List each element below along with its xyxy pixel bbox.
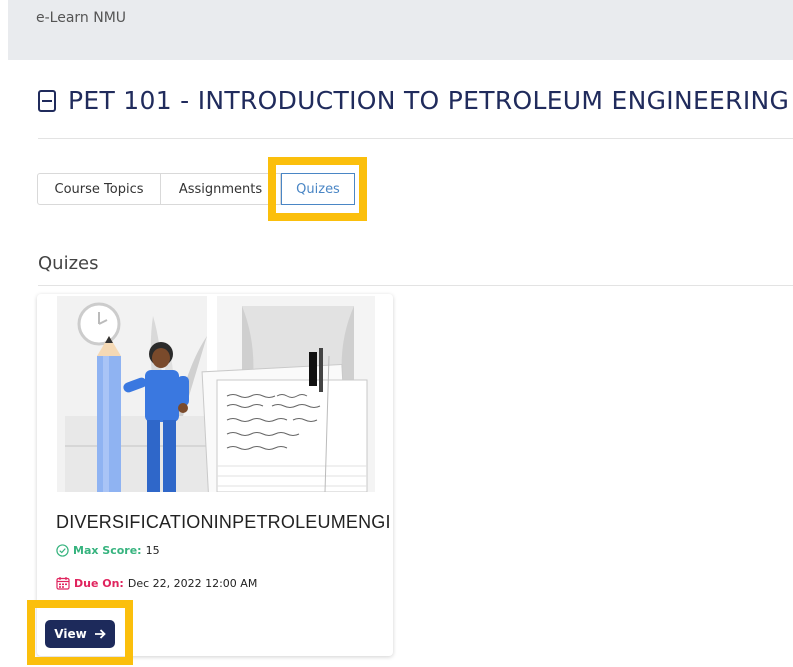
tab-assignments[interactable]: Assignments	[161, 173, 281, 205]
due-date-value: Dec 22, 2022 12:00 AM	[127, 576, 258, 590]
divider	[38, 138, 793, 139]
course-title: PET 101 - INTRODUCTION TO PETROLEUM ENGI…	[68, 86, 790, 115]
course-heading: PET 101 - INTRODUCTION TO PETROLEUM ENGI…	[38, 86, 789, 115]
divider	[38, 285, 793, 286]
page: e-Learn NMU PET 101 - INTRODUCTION TO PE…	[0, 0, 793, 667]
max-score-value: 15	[145, 544, 160, 557]
due-date-row: Due On: Dec 22, 2022 12:00 AM	[56, 576, 257, 590]
quiz-title: DIVERSIFICATIONINPETROLEUMENGINEERING	[56, 512, 392, 532]
quiz-illustration	[57, 296, 375, 492]
check-circle-icon	[56, 544, 69, 557]
max-score-row: Max Score: 15	[56, 544, 160, 557]
max-score-label: Max Score:	[73, 544, 142, 557]
top-bar: e-Learn NMU	[8, 0, 793, 60]
book-icon	[38, 89, 56, 112]
section-title: Quizes	[38, 253, 99, 274]
brand-name[interactable]: e-Learn NMU	[36, 10, 126, 26]
due-date-label: Due On:	[74, 576, 124, 590]
view-button-highlight-box	[27, 600, 133, 665]
tab-course-topics[interactable]: Course Topics	[37, 173, 161, 205]
tab-highlight-box	[268, 157, 367, 221]
calendar-icon	[56, 577, 70, 590]
